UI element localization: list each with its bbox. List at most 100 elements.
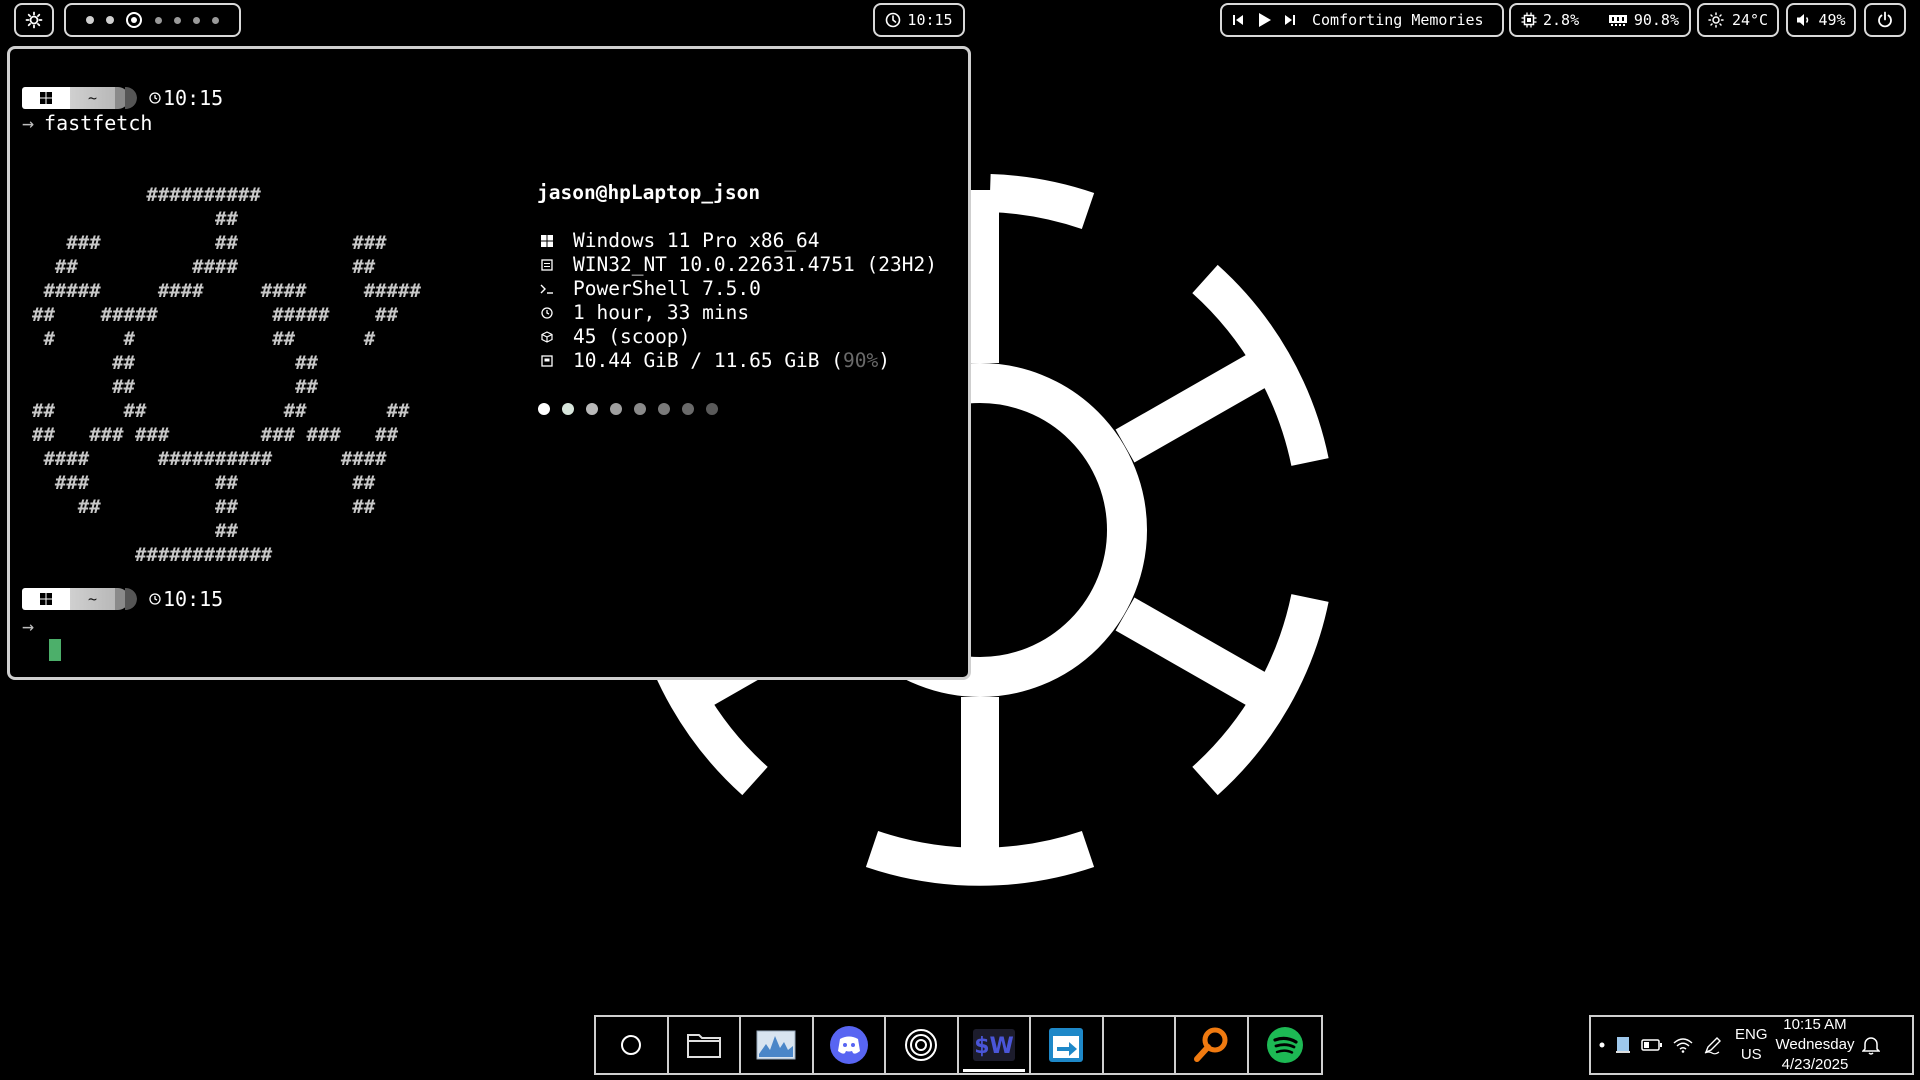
power-button[interactable] — [1864, 3, 1906, 37]
info-memory-value: 10.44 GiB / 11.65 GiB (90%) — [573, 349, 890, 373]
tray-date: 4/23/2025 — [1781, 1056, 1849, 1073]
memory-used: 10.44 GiB / 11.65 GiB ( — [573, 349, 844, 372]
start-button[interactable] — [596, 1017, 669, 1073]
notification-bell-icon[interactable] — [1862, 1035, 1881, 1055]
info-uptime-value: 1 hour, 33 mins — [573, 301, 750, 324]
task-manager-icon — [756, 1030, 796, 1060]
workspace-7[interactable] — [211, 16, 219, 24]
blank-app-button[interactable] — [1104, 1017, 1176, 1073]
cpu-usage: 2.8% — [1543, 11, 1580, 29]
workspace-2[interactable] — [106, 16, 115, 24]
prompt-time-value: 10:15 — [163, 86, 224, 110]
speaker-icon — [1796, 12, 1812, 28]
spiral-app-button[interactable] — [886, 1017, 959, 1073]
terminal-window[interactable]: ~ 10:15 → fastfetch ########## ## ### ##… — [7, 46, 971, 680]
system-info: jason@hpLaptop_json Windows 11 Pro x86_6… — [537, 181, 937, 373]
windows-icon — [537, 235, 557, 247]
clock-icon — [537, 307, 557, 319]
prompt-time-value: 10:15 — [163, 587, 224, 611]
system-stats: 2.8% 90.8% — [1509, 3, 1691, 37]
palette-dot-4 — [610, 403, 622, 415]
next-track-icon[interactable] — [1284, 14, 1296, 26]
volume-value: 49% — [1818, 11, 1846, 29]
region-code: US — [1740, 1046, 1762, 1063]
prompt-time: 10:15 — [149, 86, 223, 110]
windows-icon — [22, 87, 70, 109]
info-packages: 45 (scoop) — [537, 325, 937, 349]
clock-time: 10:15 — [907, 11, 953, 29]
previous-track-icon[interactable] — [1232, 14, 1244, 26]
terminal-app-button[interactable]: $W — [959, 1017, 1031, 1073]
prompt-time: 10:15 — [149, 587, 223, 611]
tray-day: Wednesday — [1775, 1036, 1855, 1053]
clock-icon — [885, 12, 901, 28]
prompt-arrow-icon: → — [22, 614, 35, 638]
temperature-value: 24°C — [1731, 11, 1769, 29]
play-icon[interactable] — [1256, 12, 1272, 28]
memory-icon — [1608, 13, 1628, 27]
language-indicator[interactable]: ENG US — [1735, 1025, 1768, 1065]
pen-icon[interactable] — [1703, 1035, 1723, 1055]
kernel-icon — [537, 259, 557, 271]
workspace-4[interactable] — [154, 16, 162, 24]
info-memory: 10.44 GiB / 11.65 GiB (90%) — [537, 349, 937, 373]
palette-dot-2 — [562, 403, 574, 415]
sun-gear-icon — [25, 11, 43, 29]
info-os: Windows 11 Pro x86_64 — [537, 229, 937, 253]
spotify-button[interactable] — [1249, 1017, 1321, 1073]
command-text: fastfetch — [44, 111, 153, 135]
shell-icon — [537, 283, 557, 295]
media-player: Comforting Memories — [1220, 3, 1504, 37]
power-icon — [1876, 11, 1894, 29]
prompt-segment: ~ — [22, 588, 137, 610]
workspace-3-active[interactable] — [126, 12, 143, 28]
volume-widget[interactable]: 49% — [1786, 3, 1856, 37]
info-kernel: WIN32_NT 10.0.22631.4751 (23H2) — [537, 253, 937, 277]
info-shell: PowerShell 7.5.0 — [537, 277, 937, 301]
tray-time: 10:15 AM — [1783, 1016, 1847, 1033]
task-manager-button[interactable] — [741, 1017, 814, 1073]
search-app-button[interactable] — [1176, 1017, 1249, 1073]
file-explorer-icon — [686, 1034, 721, 1058]
palette-dot-6 — [658, 403, 670, 415]
brightness-sun-icon — [1708, 12, 1724, 28]
prompt-line-1: ~ 10:15 — [22, 86, 223, 110]
prompt-segment: ~ — [22, 87, 137, 109]
workspace-6[interactable] — [192, 16, 200, 24]
tray-overflow-dot-icon[interactable] — [1599, 1042, 1605, 1048]
tray-datetime[interactable]: 10:15 AM Wednesday 4/23/2025 — [1776, 1015, 1855, 1075]
palette-dot-3 — [586, 403, 598, 415]
wifi-icon[interactable] — [1673, 1037, 1693, 1053]
memory-usage: 90.8% — [1633, 11, 1679, 29]
command-line: → fastfetch — [22, 111, 152, 135]
battery-icon[interactable] — [1641, 1038, 1663, 1052]
memory-close: ) — [878, 349, 891, 372]
clock-icon — [149, 92, 161, 104]
palette-dot-5 — [634, 403, 646, 415]
windows-ascii-logo: ########## ## ### ## ### ## #### ## ####… — [32, 184, 421, 566]
remote-app-icon — [1049, 1028, 1084, 1062]
clock-icon — [149, 593, 161, 605]
launcher-button[interactable] — [14, 3, 54, 37]
palette-dot-7 — [682, 403, 694, 415]
discord-button[interactable] — [814, 1017, 886, 1073]
prompt-arrow-icon: → — [22, 111, 35, 135]
info-uptime: 1 hour, 33 mins — [537, 301, 937, 325]
info-packages-value: 45 (scoop) — [573, 325, 691, 348]
workspace-5[interactable] — [173, 16, 181, 24]
remote-app-button[interactable] — [1031, 1017, 1104, 1073]
media-title: Comforting Memories — [1312, 11, 1484, 29]
language-code: ENG — [1735, 1026, 1768, 1043]
tablet-icon[interactable] — [1615, 1036, 1631, 1054]
prompt-dir: ~ — [70, 87, 115, 109]
terminal-app-icon: $W — [972, 1029, 1015, 1061]
workspace-1[interactable] — [86, 16, 95, 24]
user-host: jason@hpLaptop_json — [537, 181, 761, 204]
temperature-widget[interactable]: 24°C — [1697, 3, 1779, 37]
workspace-switcher — [64, 3, 241, 37]
palette-dot-8 — [706, 403, 718, 415]
topbar-clock[interactable]: 10:15 — [873, 3, 965, 37]
spiral-app-icon — [905, 1029, 938, 1061]
windows-icon — [22, 588, 70, 610]
file-explorer-button[interactable] — [669, 1017, 741, 1073]
